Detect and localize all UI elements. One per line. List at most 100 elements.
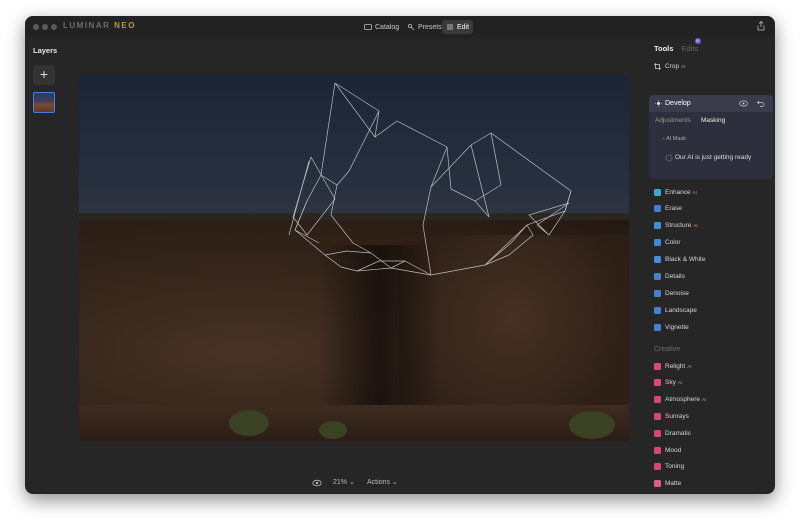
tool-denoise[interactable]: Denoise (654, 287, 689, 299)
tool-atmosphere-label: Atmosphere (665, 396, 701, 404)
tool-landscape[interactable]: Landscape (654, 304, 697, 316)
landscape-icon (654, 306, 661, 314)
tool-vignette[interactable]: Vignette (654, 321, 689, 333)
tool-sky[interactable]: Sky AI (654, 377, 682, 389)
share-icon[interactable] (757, 21, 765, 31)
develop-title: Develop (665, 100, 691, 107)
tool-vignette-label: Vignette (665, 323, 689, 331)
develop-header[interactable]: Develop (649, 95, 773, 112)
tool-landscape-label: Landscape (665, 306, 697, 314)
catalog-icon (364, 24, 372, 30)
minimize-window-button[interactable] (42, 24, 48, 30)
zoom-dropdown[interactable]: 21% ⌄ (333, 478, 355, 486)
actions-label: Actions (367, 479, 390, 486)
image-canvas[interactable] (79, 75, 629, 441)
zoom-window-button[interactable] (51, 24, 57, 30)
nav-edit[interactable]: Edit (442, 20, 474, 34)
ai-mask-label: AI Mask (666, 136, 686, 142)
tool-structure-label: Structure (665, 222, 692, 230)
dramatic-icon (654, 429, 661, 437)
nav-presets[interactable]: Presets (403, 20, 446, 34)
crop-icon (654, 62, 661, 70)
eye-icon[interactable] (739, 100, 748, 107)
preview-eye-icon[interactable] (312, 478, 322, 488)
ai-badge: AI (702, 397, 707, 403)
tool-black-white[interactable]: Black & White (654, 254, 705, 266)
ai-badge: AI (692, 189, 697, 195)
tool-crop[interactable]: Crop AI (654, 60, 685, 72)
tool-atmosphere[interactable]: Atmosphere AI (654, 394, 706, 406)
tool-dramatic-label: Dramatic (665, 429, 692, 437)
tool-toning[interactable]: Toning (654, 461, 684, 473)
presets-icon (407, 23, 415, 31)
tool-mood[interactable]: Mood (654, 444, 681, 456)
nav-presets-label: Presets (418, 23, 442, 31)
panel-tabs: Tools Edits 6 (654, 38, 701, 53)
actions-dropdown[interactable]: Actions ⌄ (367, 478, 398, 486)
app-window: LUMINAR NEO Catalog Presets Edit Layers … (25, 16, 775, 494)
tool-black-white-label: Black & White (665, 256, 706, 264)
loading-spinner-icon (665, 154, 673, 162)
tool-details[interactable]: Details (654, 271, 685, 283)
chevron-down-icon: ⌄ (391, 479, 398, 486)
tab-edits[interactable]: Edits 6 (681, 38, 701, 53)
tool-details-label: Details (665, 273, 685, 280)
tool-denoise-label: Denoise (665, 289, 689, 297)
erase-icon (654, 205, 661, 213)
zoom-value: 21% (333, 479, 348, 486)
nav-catalog[interactable]: Catalog (360, 20, 403, 34)
nav-catalog-label: Catalog (375, 23, 400, 31)
tool-matte-label: Matte (665, 480, 682, 488)
ai-badge: AI (693, 223, 698, 229)
black-white-icon (654, 256, 661, 264)
chevron-left-icon: ‹ (663, 136, 665, 142)
tool-color[interactable]: Color (654, 237, 681, 249)
sun-icon (655, 100, 662, 107)
close-window-button[interactable] (33, 24, 39, 30)
tool-toning-label: Toning (665, 463, 685, 471)
tool-sunrays-label: Sunrays (665, 412, 689, 420)
ai-mask-mesh-overlay (288, 82, 572, 276)
details-icon (654, 273, 661, 280)
layer-thumbnail[interactable] (33, 92, 55, 113)
sunrays-icon (654, 412, 661, 420)
edit-icon (447, 24, 453, 30)
add-layer-button[interactable]: + (33, 65, 55, 85)
ai-badge: AI (677, 380, 683, 386)
matte-icon (654, 480, 661, 488)
tools-panel: Tools Edits 6 Crop AI Develop Adjustments … (647, 38, 775, 494)
develop-tool-expanded: Develop Adjustments Masking ‹ AI Mask Ou… (649, 95, 773, 179)
title-bar: LUMINAR NEO Catalog Presets Edit (25, 16, 775, 38)
undo-icon[interactable] (757, 100, 765, 107)
tab-adjustments[interactable]: Adjustments (655, 117, 691, 124)
tool-color-label: Color (665, 239, 681, 247)
tool-relight[interactable]: Relight AI (654, 360, 692, 372)
tool-sunrays[interactable]: Sunrays (654, 410, 689, 422)
tool-crop-label: Crop (665, 62, 680, 70)
chevron-down-icon: ⌄ (348, 479, 355, 486)
relight-icon (654, 362, 661, 370)
layers-title: Layers (33, 46, 58, 55)
tab-edits-label: Edits (681, 44, 699, 53)
tool-enhance[interactable]: Enhance AI (654, 186, 697, 198)
ai-badge: AI (687, 363, 692, 369)
tool-structure[interactable]: Structure AI (654, 220, 698, 232)
toning-icon (654, 463, 661, 471)
vignette-icon (654, 323, 661, 331)
tool-matte[interactable]: Matte (654, 478, 681, 490)
sky-icon (654, 379, 661, 387)
enhance-icon (654, 188, 661, 196)
tool-sky-label: Sky (665, 379, 676, 387)
tab-masking[interactable]: Masking (701, 117, 725, 124)
tab-tools[interactable]: Tools (654, 44, 673, 53)
denoise-icon (654, 289, 661, 297)
ai-badge: AI (681, 63, 686, 69)
tool-erase[interactable]: Erase (654, 203, 682, 215)
structure-icon (654, 222, 661, 230)
tool-dramatic[interactable]: Dramatic (654, 427, 691, 439)
mood-icon (654, 446, 661, 454)
ai-mask-back[interactable]: ‹ AI Mask (663, 136, 686, 142)
atmosphere-icon (654, 396, 661, 404)
color-icon (654, 239, 661, 247)
ai-status-text: Our AI is just getting ready (675, 154, 752, 161)
